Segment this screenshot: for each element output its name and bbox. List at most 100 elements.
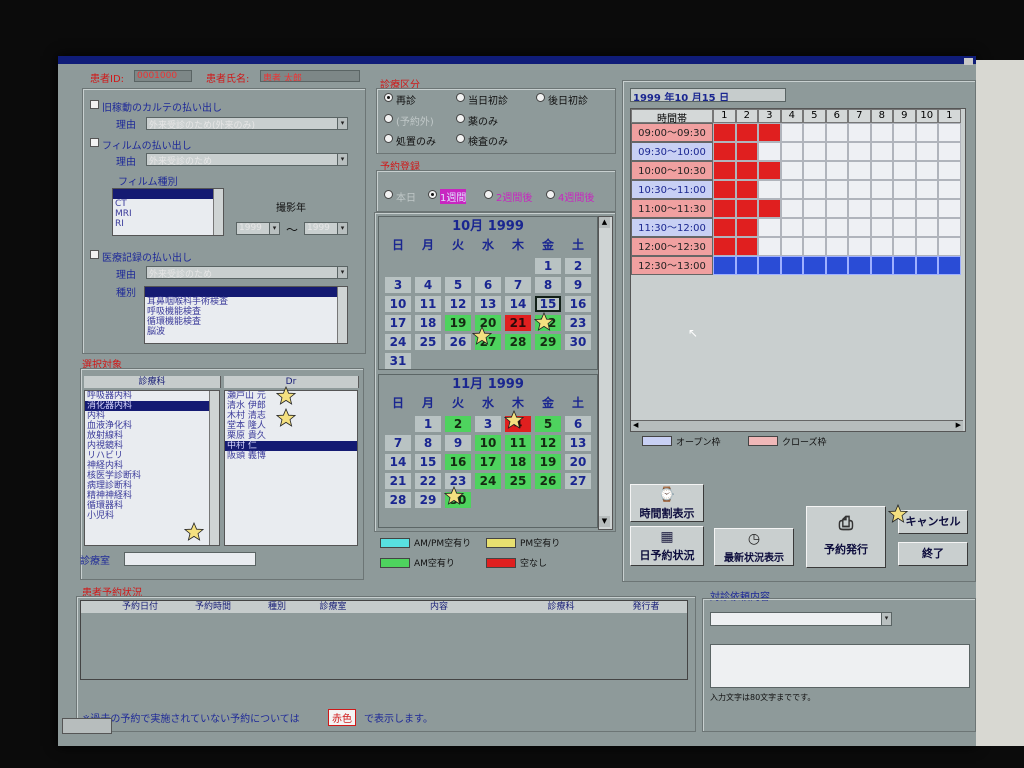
timetable-slot-cell[interactable] (758, 180, 781, 199)
calendar-day[interactable]: 11 (505, 435, 531, 451)
calendar-day[interactable]: 24 (475, 473, 501, 489)
film-reason-dropdown[interactable]: 外来受診のため ▾ (146, 153, 348, 166)
year-to-dropdown[interactable]: 1999 ▾ (304, 222, 348, 235)
calendar-day[interactable]: 28 (385, 492, 411, 508)
calendar-day[interactable]: 24 (385, 334, 411, 350)
timetable-slot-cell[interactable] (713, 142, 736, 161)
timetable-slot-cell[interactable] (848, 237, 871, 256)
calendar-day[interactable]: 3 (385, 277, 411, 293)
film-checkbox[interactable] (90, 138, 99, 147)
list-item[interactable]: 消化器内科 (85, 401, 219, 411)
timetable-slot-cell[interactable] (915, 256, 938, 275)
request-textarea[interactable] (710, 644, 970, 688)
calendar-scrollbar[interactable] (598, 216, 613, 530)
timetable-slot-cell[interactable] (713, 199, 736, 218)
timetable-slot-cell[interactable] (893, 180, 916, 199)
calendar-day[interactable]: 14 (505, 296, 531, 312)
timetable-slot-cell[interactable] (780, 142, 803, 161)
timetable-slot-cell[interactable] (915, 142, 938, 161)
chevron-down-icon[interactable]: ▾ (881, 613, 891, 625)
timetable-slot-cell[interactable] (938, 237, 961, 256)
timetable-display-button[interactable]: ⌚ 時間割表示 (630, 484, 704, 522)
calendar-day[interactable]: 11 (415, 296, 441, 312)
minimize-tab[interactable] (62, 718, 112, 734)
latest-status-button[interactable]: ◷ 最新状況表示 (714, 528, 794, 566)
calendar-day[interactable]: 15 (415, 454, 441, 470)
list-item[interactable] (145, 287, 347, 297)
timetable-slot-cell[interactable] (938, 199, 961, 218)
medrec-kind-scrollbar[interactable] (337, 287, 347, 343)
timetable-slot-cell[interactable] (780, 218, 803, 237)
timetable-slot-cell[interactable] (848, 199, 871, 218)
timetable-slot-cell[interactable] (915, 199, 938, 218)
shinryo-radio-saishin[interactable] (384, 93, 393, 102)
timetable-slot-cell[interactable] (758, 161, 781, 180)
timetable-slot-cell[interactable] (713, 161, 736, 180)
end-button[interactable]: 終了 (898, 542, 968, 566)
timetable-slot-cell[interactable] (938, 142, 961, 161)
timetable-slot-cell[interactable] (758, 218, 781, 237)
timetable-slot-cell[interactable] (870, 142, 893, 161)
calendar-day[interactable]: 16 (565, 296, 591, 312)
timetable-slot-cell[interactable] (735, 218, 758, 237)
year-from-dropdown[interactable]: 1999 ▾ (236, 222, 280, 235)
list-item[interactable]: 阪頭 義博 (225, 451, 357, 461)
scroll-left-icon[interactable]: ◀ (633, 421, 638, 429)
timetable-slot-cell[interactable] (780, 123, 803, 142)
calendar-day[interactable]: 29 (415, 492, 441, 508)
timetable-slot-cell[interactable] (780, 199, 803, 218)
yoyaku-radio-1week[interactable] (428, 190, 437, 199)
timetable-slot-cell[interactable] (758, 256, 781, 275)
list-item[interactable]: 呼吸機能検査 (145, 307, 347, 317)
timetable-slot-cell[interactable] (758, 237, 781, 256)
timetable-slot-cell[interactable] (825, 218, 848, 237)
calendar-day[interactable]: 21 (505, 315, 531, 331)
timetable-slot-cell[interactable] (825, 180, 848, 199)
calendar-day[interactable]: 30 (565, 334, 591, 350)
list-item[interactable] (113, 189, 223, 199)
calendar-day[interactable]: 12 (445, 296, 471, 312)
calendar-day[interactable]: 17 (475, 454, 501, 470)
timetable-slot-cell[interactable] (848, 123, 871, 142)
timetable-slot-cell[interactable] (915, 237, 938, 256)
calendar-day[interactable]: 8 (415, 435, 441, 451)
yoyaku-radio-today[interactable] (384, 190, 393, 199)
calendar-day[interactable]: 10 (385, 296, 411, 312)
timetable-slot-cell[interactable] (870, 123, 893, 142)
calendar-day[interactable]: 19 (535, 454, 561, 470)
scroll-right-icon[interactable]: ▶ (956, 421, 961, 429)
timetable-slot-cell[interactable] (870, 237, 893, 256)
list-item[interactable]: 耳鼻咽喉科手術検査 (145, 297, 347, 307)
calendar-day[interactable]: 31 (385, 353, 411, 369)
timetable-slot-cell[interactable] (915, 161, 938, 180)
timetable-slot-cell[interactable] (848, 142, 871, 161)
shinryo-radio-gojitsu[interactable] (536, 93, 545, 102)
timetable-slot-cell[interactable] (803, 218, 826, 237)
timetable-slot-cell[interactable] (915, 180, 938, 199)
list-item[interactable]: 核医学診断科 (85, 471, 219, 481)
list-item[interactable]: 呼吸器内科 (85, 391, 219, 401)
timetable-slot-cell[interactable] (938, 256, 961, 275)
list-item[interactable]: 放射線科 (85, 431, 219, 441)
timetable-slot-cell[interactable] (870, 218, 893, 237)
timetable-slot-cell[interactable] (713, 237, 736, 256)
timetable-slot-cell[interactable] (713, 123, 736, 142)
timetable-slot-cell[interactable] (915, 123, 938, 142)
calendar-day[interactable]: 27 (565, 473, 591, 489)
timetable-slot-cell[interactable] (870, 256, 893, 275)
chevron-down-icon[interactable]: ▾ (337, 267, 347, 278)
timetable-slot-cell[interactable] (803, 237, 826, 256)
shinryo-radio-kusuri[interactable] (456, 114, 465, 123)
timetable-slot-cell[interactable] (713, 218, 736, 237)
calendar-day[interactable]: 28 (505, 334, 531, 350)
scroll-down-icon[interactable]: ▼ (599, 516, 610, 527)
timetable-slot-cell[interactable] (803, 161, 826, 180)
timetable-slot-cell[interactable] (825, 199, 848, 218)
calendar-day[interactable]: 2 (445, 416, 471, 432)
calendar-day[interactable]: 4 (415, 277, 441, 293)
list-item[interactable]: 神経内科 (85, 461, 219, 471)
calendar-day[interactable]: 13 (565, 435, 591, 451)
karte-checkbox[interactable] (90, 100, 99, 109)
calendar-day[interactable]: 13 (475, 296, 501, 312)
film-type-scrollbar[interactable] (213, 189, 223, 235)
